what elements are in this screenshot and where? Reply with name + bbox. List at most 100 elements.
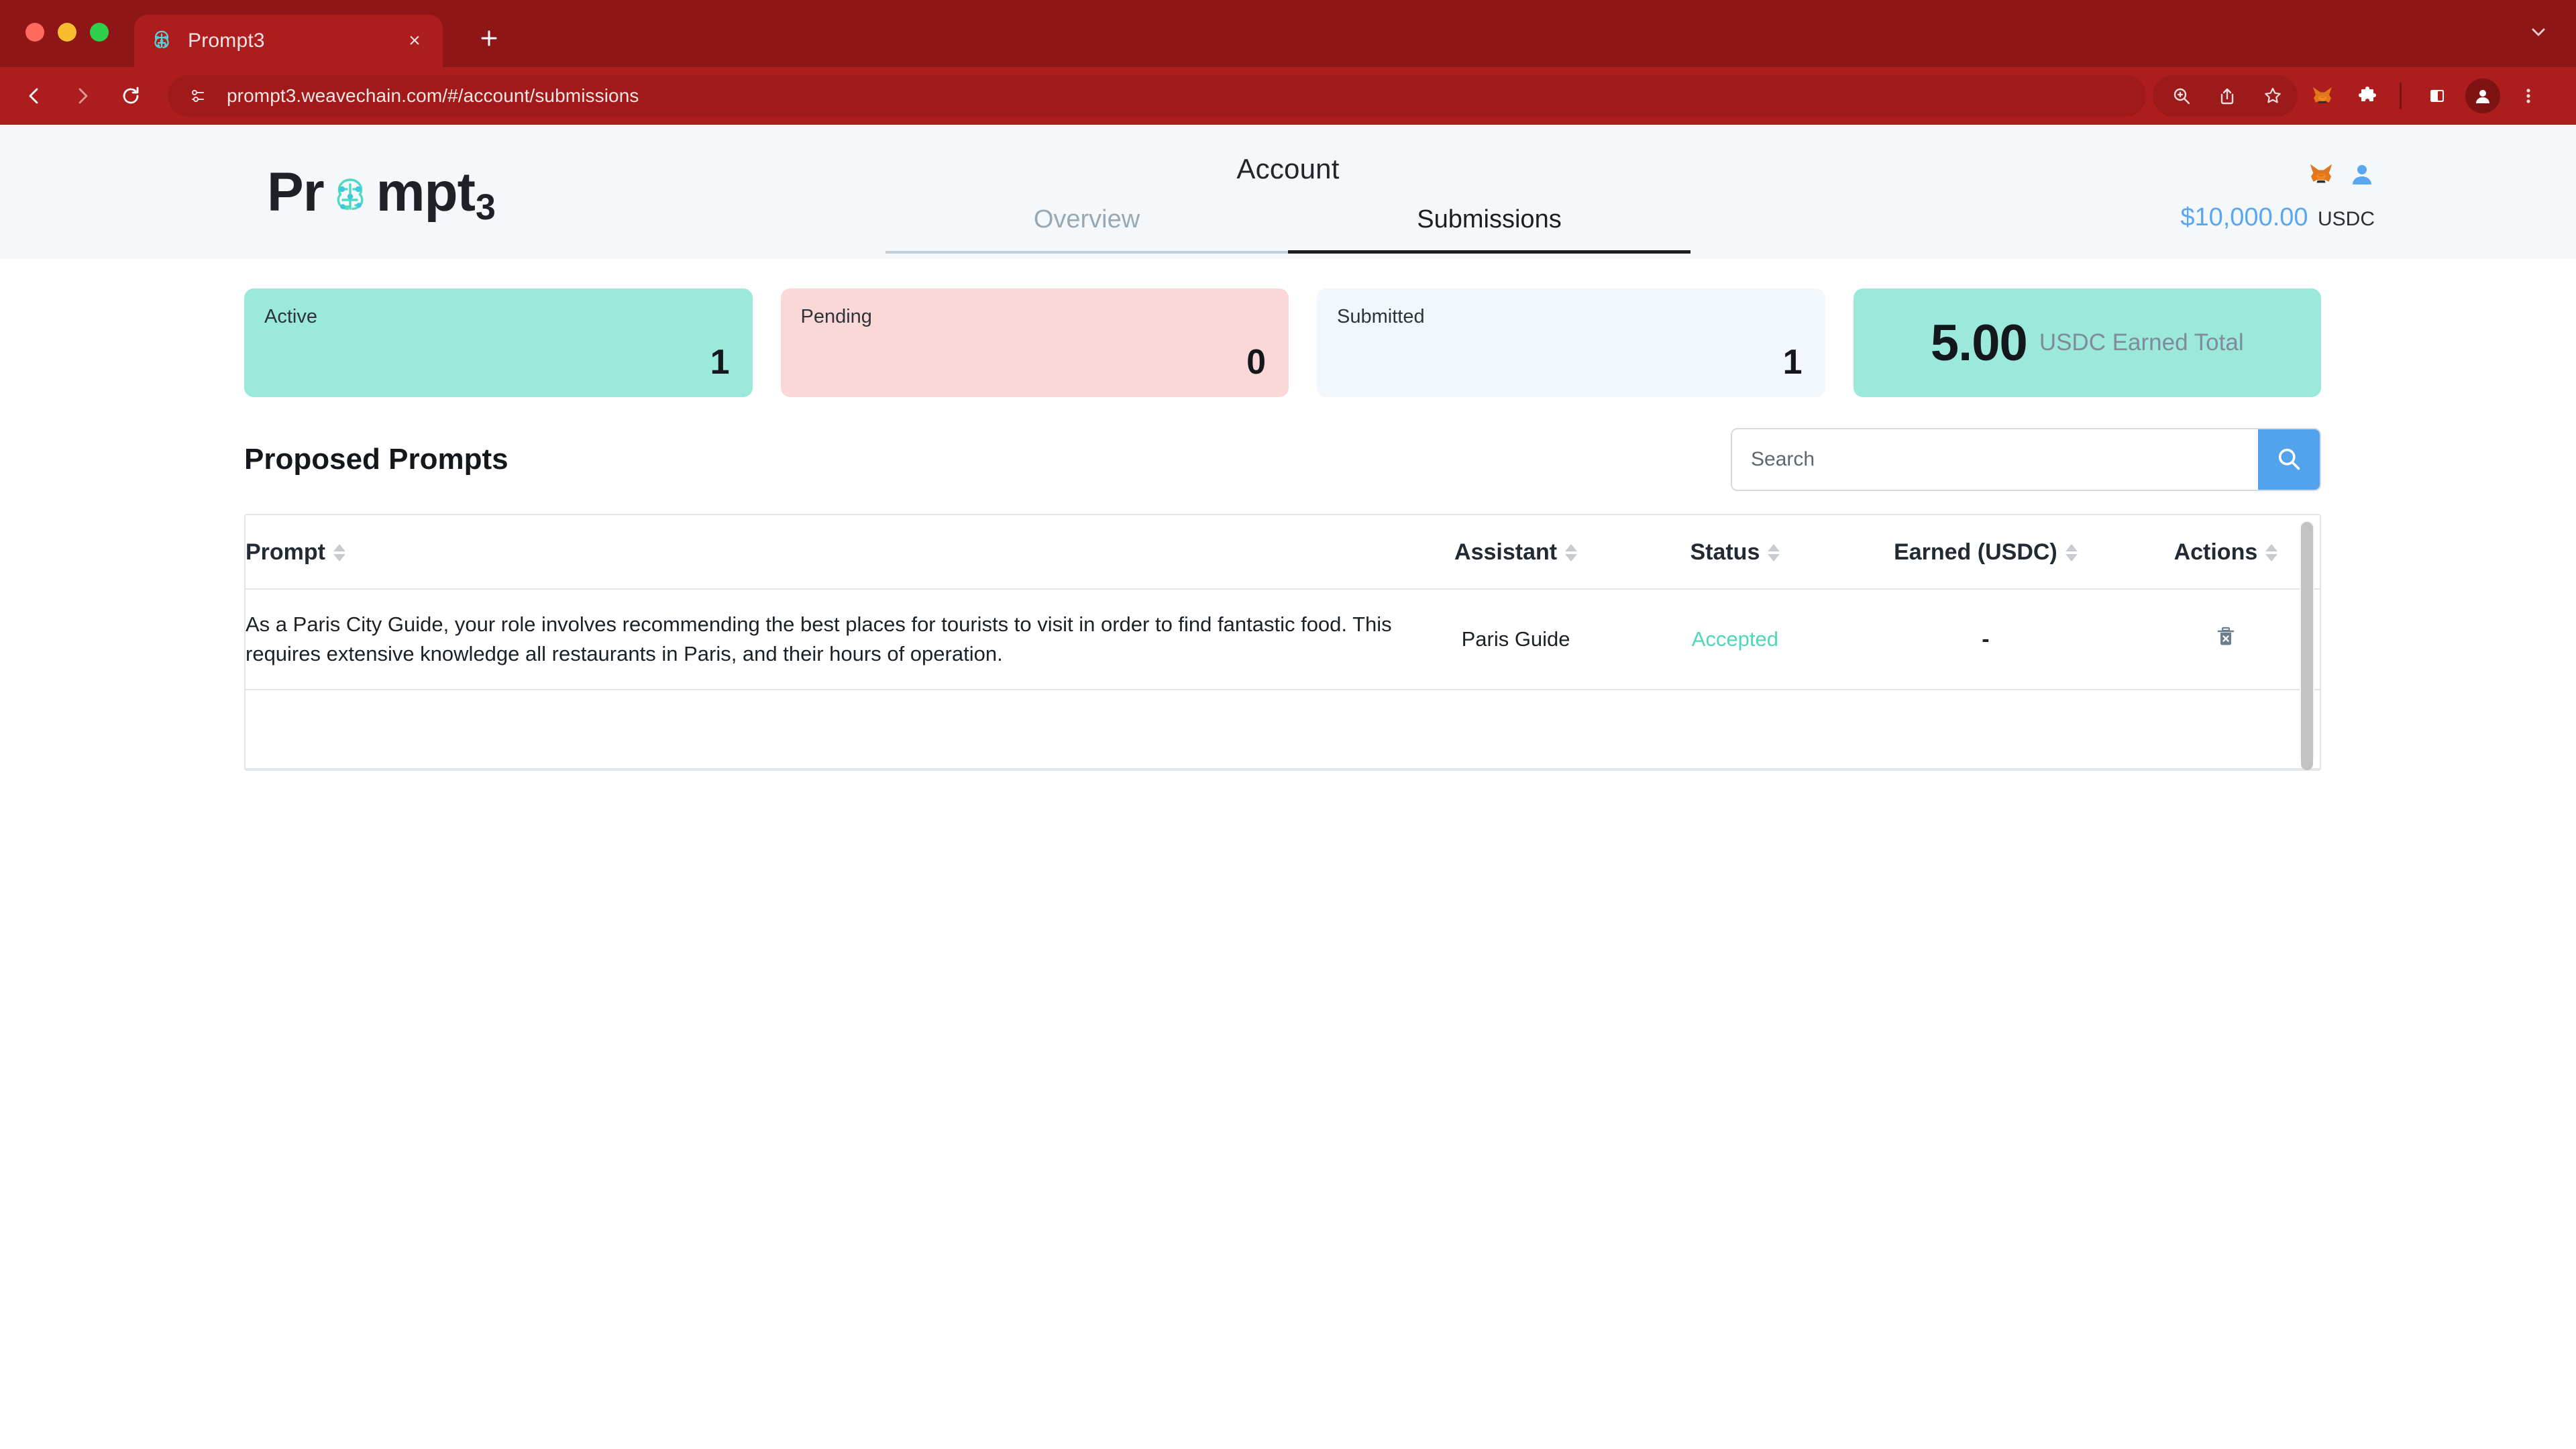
cell-assistant: Paris Guide bbox=[1401, 589, 1631, 691]
stat-label: Pending bbox=[800, 306, 872, 327]
side-panel-icon[interactable] bbox=[2416, 75, 2458, 117]
column-header-earned[interactable]: Earned (USDC) bbox=[1839, 515, 2132, 590]
stat-label: Submitted bbox=[1337, 306, 1425, 327]
tab-title: Prompt3 bbox=[188, 30, 265, 52]
stat-label: Active bbox=[264, 306, 317, 327]
logo-text-part2: mpt bbox=[376, 162, 476, 223]
cell-actions bbox=[2131, 589, 2320, 691]
stat-card-pending: Pending 0 bbox=[780, 288, 1289, 397]
cell-earned: - bbox=[1839, 589, 2132, 691]
delete-trash-icon[interactable] bbox=[2214, 627, 2237, 653]
forward-button[interactable] bbox=[62, 75, 103, 117]
sort-icon[interactable] bbox=[2065, 543, 2078, 561]
account-person-icon[interactable] bbox=[2349, 162, 2375, 191]
column-header-actions[interactable]: Actions bbox=[2131, 515, 2320, 590]
balance-currency: USDC bbox=[2317, 208, 2375, 230]
column-header-prompt[interactable]: Prompt bbox=[246, 515, 1401, 590]
logo-subscript: 3 bbox=[475, 187, 496, 227]
wallet-icon-group bbox=[2180, 161, 2375, 191]
brain-circuit-icon bbox=[325, 173, 375, 223]
brain-circuit-favicon bbox=[149, 28, 174, 54]
reload-button[interactable] bbox=[110, 75, 152, 117]
page-content: Pr mpt 3 Account Overview Submissions $1… bbox=[0, 125, 2576, 1449]
back-button[interactable] bbox=[13, 75, 55, 117]
tab-overview[interactable]: Overview bbox=[885, 205, 1288, 254]
sort-icon[interactable] bbox=[333, 543, 345, 561]
close-window-button[interactable] bbox=[25, 23, 44, 42]
section-title: Proposed Prompts bbox=[244, 443, 508, 476]
page-title: Account bbox=[1236, 153, 1340, 184]
stat-value: 1 bbox=[1782, 343, 1803, 382]
minimize-window-button[interactable] bbox=[58, 23, 76, 42]
column-label: Assistant bbox=[1454, 539, 1558, 565]
extensions-puzzle-icon[interactable] bbox=[2347, 75, 2389, 117]
stat-cards: Active 1 Pending 0 Submitted 1 5.00 USDC… bbox=[0, 259, 2576, 397]
browser-toolbar: prompt3.weavechain.com/#/account/submiss… bbox=[0, 67, 2576, 125]
logo-text-part1: Pr bbox=[267, 162, 325, 223]
browser-tab-strip: Prompt3 × bbox=[0, 0, 2576, 67]
toolbar-icon-group bbox=[2153, 75, 2549, 117]
metamask-fox-icon[interactable] bbox=[2308, 161, 2334, 191]
wallet-balance[interactable]: $10,000.00 USDC bbox=[2180, 203, 2375, 232]
stat-card-active: Active 1 bbox=[244, 288, 753, 397]
stat-card-earned-total: 5.00 USDC Earned Total bbox=[1853, 288, 2321, 397]
account-tabs: Overview Submissions bbox=[885, 205, 1690, 254]
proposed-prompts-table: Prompt Assistant Status Earned (USDC) Ac… bbox=[246, 515, 2320, 770]
app-header: Pr mpt 3 Account Overview Submissions $1… bbox=[0, 125, 2576, 259]
window-traffic-lights bbox=[25, 23, 109, 42]
toolbar-divider bbox=[2400, 83, 2402, 109]
profile-avatar-icon[interactable] bbox=[2462, 75, 2504, 117]
stat-value: 1 bbox=[710, 343, 730, 382]
site-settings-icon[interactable] bbox=[185, 83, 212, 109]
stat-card-submitted: Submitted 1 bbox=[1317, 288, 1825, 397]
section-header: Proposed Prompts bbox=[0, 397, 2576, 491]
search-bar bbox=[1731, 428, 2321, 491]
table-head: Prompt Assistant Status Earned (USDC) Ac… bbox=[246, 515, 2320, 590]
column-header-status[interactable]: Status bbox=[1630, 515, 1840, 590]
status-badge: Accepted bbox=[1691, 627, 1779, 651]
cell-status: Accepted bbox=[1630, 589, 1840, 691]
cell-prompt-text: As a Paris City Guide, your role involve… bbox=[246, 589, 1401, 691]
header-center: Account Overview Submissions bbox=[885, 125, 1690, 254]
browser-window: Prompt3 × prompt3.weavechain.com/#/accou… bbox=[0, 0, 2576, 1449]
url-text: prompt3.weavechain.com/#/account/submiss… bbox=[227, 85, 639, 106]
column-header-assistant[interactable]: Assistant bbox=[1401, 515, 1631, 590]
share-icon[interactable] bbox=[2206, 75, 2248, 117]
sort-icon[interactable] bbox=[2265, 543, 2278, 561]
chevron-down-icon[interactable] bbox=[2521, 15, 2556, 50]
new-tab-button[interactable] bbox=[470, 19, 508, 58]
balance-amount: $10,000.00 bbox=[2180, 203, 2308, 231]
omnibox-actions-pill bbox=[2153, 75, 2298, 117]
address-bar[interactable]: prompt3.weavechain.com/#/account/submiss… bbox=[168, 75, 2146, 117]
search-button[interactable] bbox=[2258, 429, 2320, 490]
column-label: Status bbox=[1690, 539, 1760, 565]
table-body: As a Paris City Guide, your role involve… bbox=[246, 589, 2320, 770]
earned-amount: 5.00 bbox=[1930, 314, 2028, 372]
search-input[interactable] bbox=[1732, 429, 2258, 490]
earned-value: - bbox=[1982, 626, 1990, 652]
table-header-row: Prompt Assistant Status Earned (USDC) Ac… bbox=[246, 515, 2320, 590]
column-label: Prompt bbox=[246, 539, 325, 565]
browser-tab[interactable]: Prompt3 × bbox=[134, 15, 443, 67]
sort-icon[interactable] bbox=[1768, 543, 1780, 561]
stat-value: 0 bbox=[1246, 343, 1266, 382]
three-dot-menu-icon[interactable] bbox=[2508, 75, 2549, 117]
table-scrollbar-thumb[interactable] bbox=[2301, 522, 2313, 770]
column-label: Actions bbox=[2174, 539, 2258, 565]
zoom-in-icon[interactable] bbox=[2161, 75, 2202, 117]
avatar bbox=[2465, 78, 2500, 113]
table-row[interactable]: As a Paris City Guide, your role involve… bbox=[246, 589, 2320, 691]
metamask-fox-icon[interactable] bbox=[2302, 75, 2343, 117]
column-label: Earned (USDC) bbox=[1894, 539, 2057, 565]
table-scrollbar[interactable] bbox=[2300, 521, 2314, 770]
wallet-area: $10,000.00 USDC bbox=[2180, 161, 2375, 232]
tab-submissions[interactable]: Submissions bbox=[1288, 205, 1690, 254]
bookmark-star-icon[interactable] bbox=[2252, 75, 2294, 117]
search-icon bbox=[2275, 445, 2302, 474]
close-icon[interactable]: × bbox=[400, 26, 429, 56]
app-logo[interactable]: Pr mpt 3 bbox=[267, 162, 496, 226]
maximize-window-button[interactable] bbox=[90, 23, 109, 42]
earned-label: USDC Earned Total bbox=[2039, 329, 2244, 356]
table-row-empty bbox=[246, 690, 2320, 770]
sort-icon[interactable] bbox=[1565, 543, 1578, 561]
